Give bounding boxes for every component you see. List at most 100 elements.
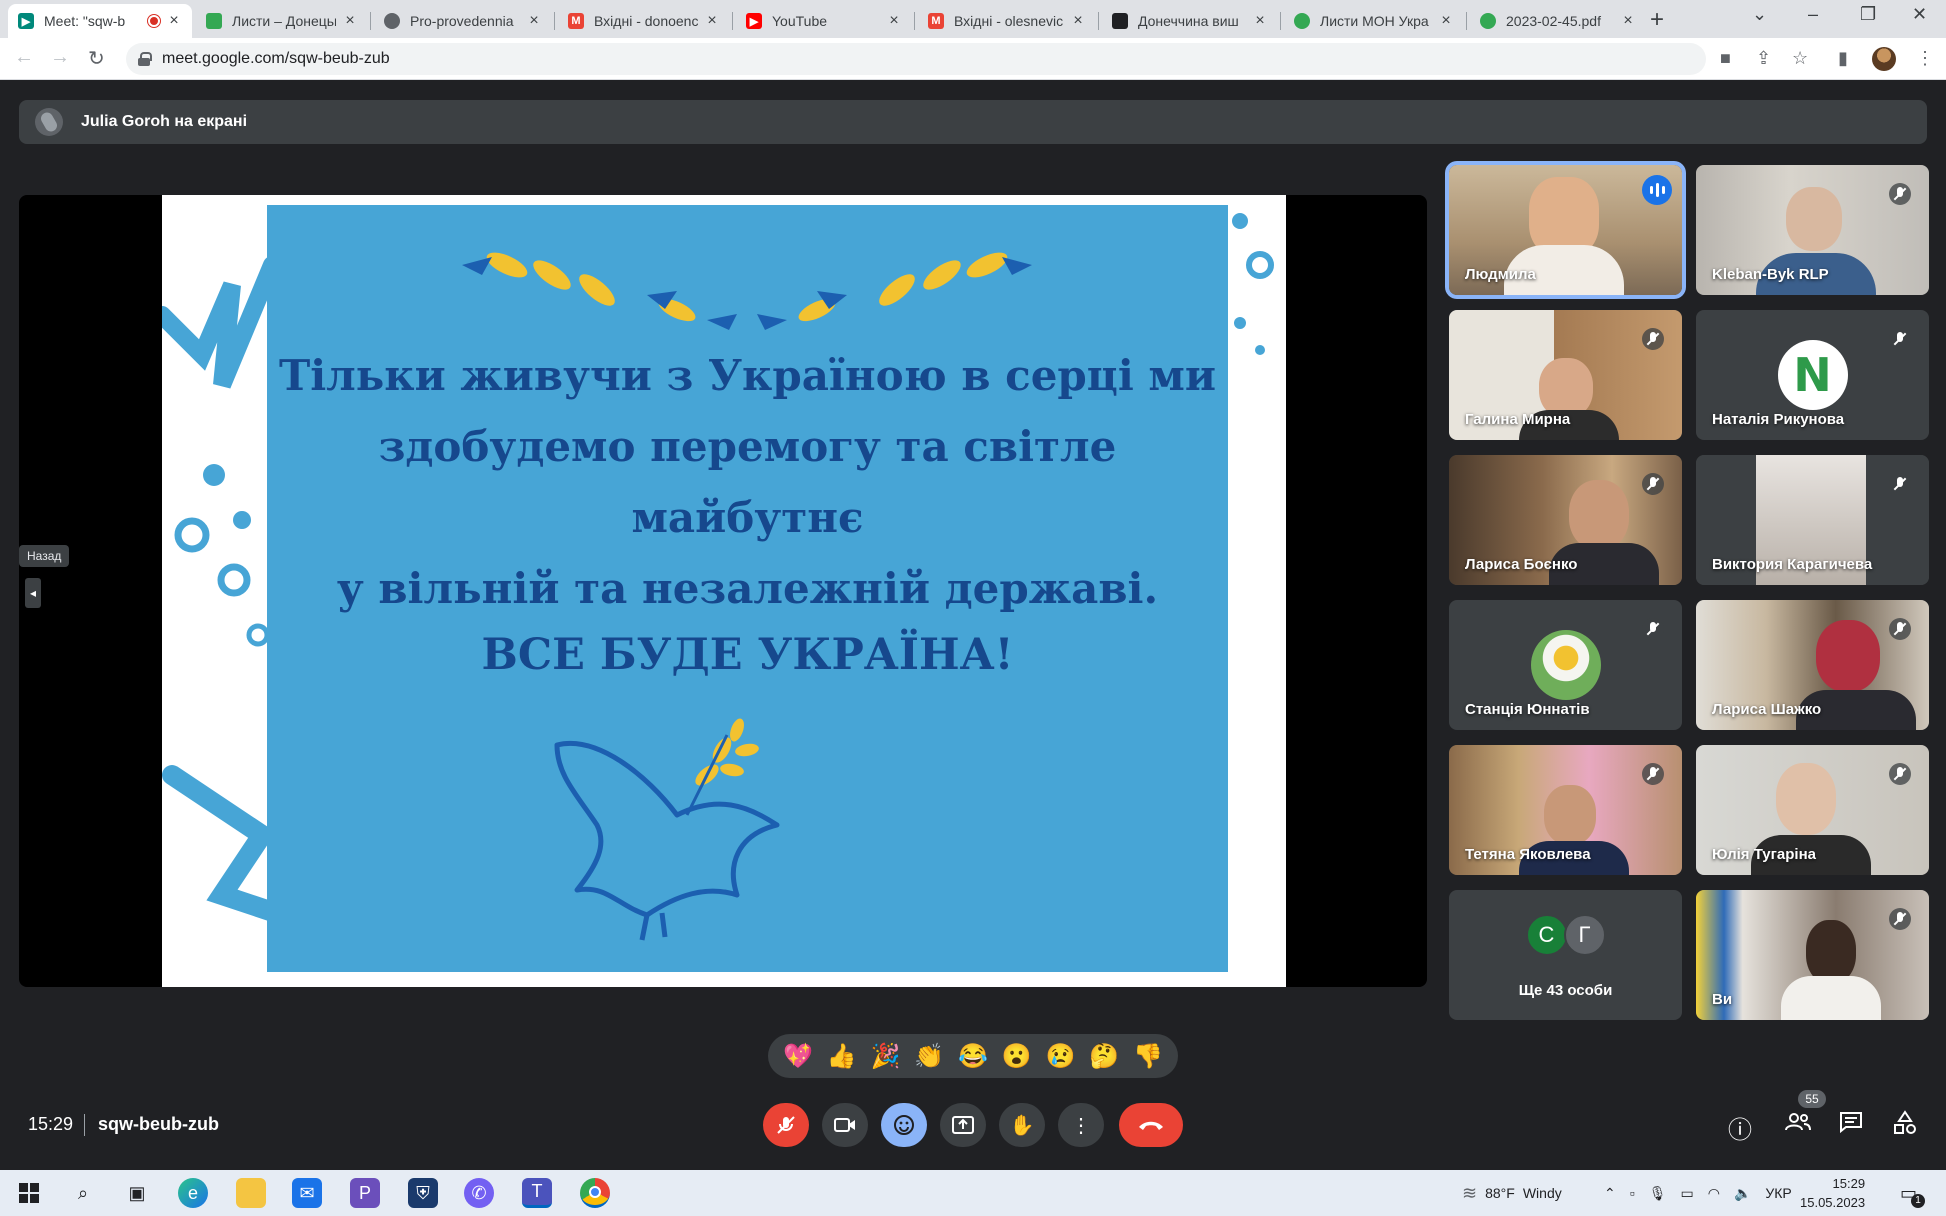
camera-toggle-button[interactable]: [822, 1103, 868, 1147]
close-window-button[interactable]: ✕: [1912, 4, 1927, 25]
tab-lysty-mon[interactable]: Листи МОН Укра ×: [1284, 4, 1464, 38]
viber-icon[interactable]: ✆: [464, 1178, 494, 1208]
more-participants-tile[interactable]: С Г Ще 43 особи: [1449, 890, 1682, 1020]
battery-icon[interactable]: ▭: [1680, 1185, 1693, 1202]
previous-slide-button[interactable]: ◂: [25, 578, 41, 608]
tab-search-chevron-icon[interactable]: ⌄: [1752, 4, 1767, 25]
shield-app-icon[interactable]: ⛨: [408, 1178, 438, 1208]
windows-start-icon[interactable]: [14, 1178, 44, 1208]
meeting-info-icon[interactable]: ⓘ: [1728, 1110, 1752, 1145]
close-tab-icon[interactable]: ×: [704, 12, 720, 30]
tab-gmail-olesnevic[interactable]: M Вхідні - olesnevic ×: [918, 4, 1096, 38]
volume-icon[interactable]: 🔈: [1734, 1185, 1751, 1202]
present-screen-button[interactable]: [940, 1103, 986, 1147]
reaction-heart[interactable]: 💖: [783, 1042, 813, 1071]
more-vert-icon: ⋮: [1071, 1114, 1091, 1137]
tab-meet[interactable]: ▶ Meet: "sqw-b ×: [8, 4, 192, 38]
participant-tile[interactable]: Людмила: [1449, 165, 1682, 295]
chat-icon[interactable]: [1838, 1110, 1864, 1141]
search-icon[interactable]: ⌕: [68, 1178, 98, 1208]
close-tab-icon[interactable]: ×: [1620, 12, 1636, 30]
close-tab-icon[interactable]: ×: [1438, 12, 1454, 30]
profile-avatar[interactable]: [1872, 47, 1896, 71]
tab-lysty-donetsk[interactable]: Листи – Донецьк ×: [196, 4, 368, 38]
microphone-icon[interactable]: 🎙: [1649, 1185, 1667, 1202]
chrome-icon[interactable]: [580, 1178, 610, 1208]
quote-line: здобудемо перемогу та світле майбутнє: [378, 422, 1117, 542]
weather-widget[interactable]: ≋ 88°F Windy: [1462, 1170, 1562, 1216]
more-options-button[interactable]: ⋮: [1058, 1103, 1104, 1147]
language-indicator[interactable]: УКР: [1765, 1185, 1791, 1201]
participant-tile[interactable]: Лариса Боєнко: [1449, 455, 1682, 585]
meet-tray-icon[interactable]: ▫: [1630, 1185, 1635, 1201]
hand-icon: ✋: [1009, 1114, 1035, 1137]
participant-tile[interactable]: Галина Мирна: [1449, 310, 1682, 440]
participant-tile[interactable]: Станція Юннатів: [1449, 600, 1682, 730]
teams-icon[interactable]: T: [522, 1178, 552, 1208]
file-explorer-icon[interactable]: [236, 1178, 266, 1208]
system-clock[interactable]: 15:29 15.05.2023: [1800, 1174, 1865, 1212]
close-tab-icon[interactable]: ×: [526, 12, 542, 30]
reaction-party[interactable]: 🎉: [870, 1042, 900, 1071]
reaction-thumbs-down[interactable]: 👎: [1133, 1042, 1163, 1071]
tab-gmail-donoenc[interactable]: M Вхідні - donoenc ×: [558, 4, 730, 38]
people-icon[interactable]: [1784, 1110, 1812, 1141]
lock-icon[interactable]: [138, 52, 152, 66]
new-tab-button[interactable]: +: [1650, 6, 1664, 34]
wifi-icon[interactable]: ◠: [1708, 1185, 1720, 1202]
tab-title: Вхідні - donoenc: [594, 13, 698, 29]
forward-arrow-icon[interactable]: →: [50, 46, 70, 69]
side-panel-icon[interactable]: ▮: [1838, 48, 1848, 69]
tab-donechchyna[interactable]: Донеччина виш ×: [1102, 4, 1278, 38]
chrome-menu-icon[interactable]: ⋮: [1916, 48, 1934, 69]
more-participants-label: Ще 43 особи: [1518, 982, 1613, 999]
reaction-surprised[interactable]: 😮: [1002, 1042, 1032, 1071]
tab-title: Донеччина виш: [1138, 13, 1239, 29]
mail-icon[interactable]: ✉: [292, 1178, 322, 1208]
bookmark-star-icon[interactable]: ☆: [1792, 48, 1808, 69]
tab-pro-provedennia[interactable]: Pro-provedennia ×: [374, 4, 552, 38]
minimize-button[interactable]: –: [1808, 4, 1818, 25]
address-bar[interactable]: meet.google.com/sqw-beub-zub: [126, 43, 1706, 75]
reaction-clap[interactable]: 👏: [914, 1042, 944, 1071]
restore-button[interactable]: ❐: [1860, 4, 1876, 25]
hang-up-icon: [1139, 1121, 1163, 1130]
close-tab-icon[interactable]: ×: [886, 12, 902, 30]
leave-call-button[interactable]: [1119, 1103, 1183, 1147]
self-tile[interactable]: Ви: [1696, 890, 1929, 1020]
system-date: 15.05.2023: [1800, 1195, 1866, 1210]
close-tab-icon[interactable]: ×: [166, 12, 182, 30]
participant-name: Наталія Рикунова: [1712, 411, 1845, 428]
notification-center-icon[interactable]: ▭ 1: [1900, 1170, 1926, 1216]
close-tab-icon[interactable]: ×: [1070, 12, 1086, 30]
reload-icon[interactable]: ↻: [88, 46, 105, 71]
participant-tile[interactable]: Юлія Тугаріна: [1696, 745, 1929, 875]
chevron-up-icon[interactable]: ⌃: [1604, 1185, 1616, 1202]
tab-youtube[interactable]: ▶ YouTube ×: [736, 4, 912, 38]
reaction-thinking[interactable]: 🤔: [1089, 1042, 1119, 1071]
back-arrow-icon[interactable]: ←: [14, 46, 34, 69]
participant-tile[interactable]: Kleban-Byk RLP: [1696, 165, 1929, 295]
edge-browser-icon[interactable]: e: [178, 1178, 208, 1208]
reaction-sad[interactable]: 😢: [1046, 1042, 1076, 1071]
raise-hand-button[interactable]: ✋: [999, 1103, 1045, 1147]
mic-toggle-button[interactable]: [763, 1103, 809, 1147]
camera-in-use-icon[interactable]: ■: [1720, 48, 1731, 69]
app-p-icon[interactable]: P: [350, 1178, 380, 1208]
participant-tile[interactable]: Виктория Карагичева: [1696, 455, 1929, 585]
participant-tile[interactable]: Лариса Шажко: [1696, 600, 1929, 730]
people-glyph: [1785, 1113, 1811, 1131]
tab-pdf[interactable]: 2023-02-45.pdf ×: [1470, 4, 1646, 38]
activities-icon[interactable]: [1892, 1110, 1918, 1143]
reaction-laugh[interactable]: 😂: [958, 1042, 988, 1071]
close-tab-icon[interactable]: ×: [342, 12, 358, 30]
share-icon[interactable]: ⇪: [1756, 48, 1771, 69]
close-tab-icon[interactable]: ×: [1252, 12, 1268, 30]
reactions-button[interactable]: [881, 1103, 927, 1147]
participant-initial-avatar: С: [1525, 914, 1568, 956]
reaction-thumbs-up[interactable]: 👍: [827, 1042, 857, 1071]
task-view-icon[interactable]: ▣: [122, 1178, 152, 1208]
participant-figure: [1569, 480, 1629, 550]
participant-tile[interactable]: Тетяна Яковлева: [1449, 745, 1682, 875]
participant-tile[interactable]: N Наталія Рикунова: [1696, 310, 1929, 440]
